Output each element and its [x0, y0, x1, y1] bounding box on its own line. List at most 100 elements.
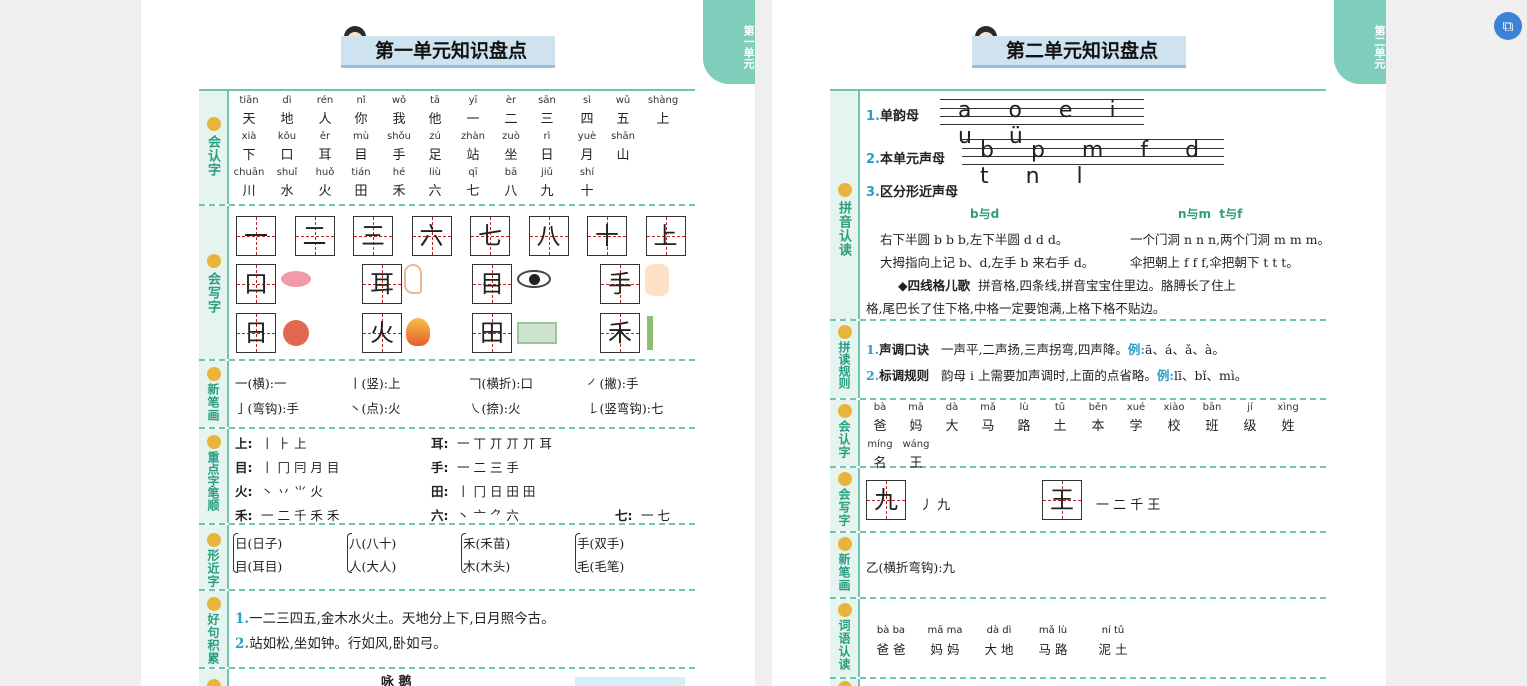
order-char: 田: — [431, 484, 449, 499]
pinyin-label: mā — [908, 402, 924, 413]
section-label: 形近字 — [206, 549, 220, 588]
character: 九 — [540, 184, 554, 199]
recognize-grid: tiān 天 dì 地 rén 人 nǐ 你 wǒ 我 tā 他 yī 一 èr 二 sān 三 sì 四 wǔ 五 shà… — [231, 91, 695, 204]
character: 班 — [1205, 419, 1219, 434]
pinyin-label: lù — [1019, 402, 1029, 413]
character: 坐 — [504, 148, 518, 163]
character: 七 — [466, 184, 480, 199]
character: 马 — [981, 419, 995, 434]
character: 三 — [540, 112, 554, 127]
unit-tab[interactable]: 第二单元 — [1334, 0, 1386, 84]
section-label: 拼音认读 — [836, 201, 851, 257]
writing-grid: 八 — [528, 216, 569, 256]
stroke-item: 丶(点):火 — [349, 401, 401, 416]
stroke-item: ㇏(捺):火 — [469, 401, 521, 416]
pinyin-label: mǎ — [980, 402, 996, 413]
sentence-item: 1.一二三四五,金木水火土。天地分上下,日月照今古。 — [235, 611, 555, 627]
character: 姓 — [1281, 419, 1295, 434]
order-char: 上: — [235, 436, 253, 451]
order-strokes: 丶 亠 ⺈ 六 — [457, 508, 519, 523]
order-char: 手: — [431, 460, 449, 475]
pinyin-label: xué — [1126, 402, 1146, 413]
floating-action-icon[interactable]: ⧉ — [1494, 12, 1522, 40]
pinyin-label: shàng — [647, 95, 679, 106]
pinyin-label: qī — [468, 167, 478, 178]
pinyin-label: shí — [579, 167, 595, 178]
character: 上 — [656, 112, 670, 127]
writing-grid: 六 — [411, 216, 452, 256]
pencil-icon — [207, 533, 221, 547]
stroke-item: 𠄌(竖弯钩):七 — [587, 401, 664, 416]
pencil-icon — [838, 681, 852, 686]
writing-grid: 上 — [645, 216, 686, 256]
unit-tab[interactable]: 第一单元 — [703, 0, 755, 84]
pencil-icon — [207, 597, 221, 611]
section-label: 会写字 — [837, 488, 851, 527]
section-label: 新笔画 — [837, 553, 851, 592]
initials-label: 本单元声母 — [879, 152, 945, 167]
word-text: 马 路 — [1038, 642, 1068, 657]
character: 十 — [580, 184, 594, 199]
character: 日 — [540, 148, 554, 163]
page-title: 第二单元知识盘点 — [972, 36, 1186, 68]
rhyme-line: 大拇指向上记 b、d,左手 b 来右手 d。 — [880, 255, 1095, 270]
order-char: 六: — [431, 508, 449, 523]
stroke-item: 一(横):一 — [235, 376, 287, 391]
initials-text: b p m f d t n l — [980, 138, 1215, 189]
section-label: 拼读规则 — [837, 341, 851, 389]
character: 足 — [428, 148, 442, 163]
rules-body: 1.声调口诀 一声平,二声扬,三声拐弯,四声降。例:ā、á、ǎ、à。 2.标调规… — [866, 342, 1248, 383]
character: 口 — [280, 148, 294, 163]
pencil-icon — [207, 679, 221, 686]
field-icon — [517, 322, 557, 344]
page-unit-2: 第二单元 第二单元知识盘点 拼音认读 1.单韵母 a o e i u ü 2.本… — [772, 0, 1386, 686]
character: 火 — [318, 184, 332, 199]
pinyin-label: shān — [610, 131, 635, 142]
character: 校 — [1167, 419, 1181, 434]
writing-grid: 七 — [470, 216, 510, 256]
section-stroke-order: 重点字笔顺 上: 丨 ⺊ 上 耳: 一 丅 丌 丌 丌 耳目: 丨 冂 冃 月 目 手: 一… — [199, 429, 695, 525]
similar-item: 人(大人) — [349, 559, 397, 574]
rule-label: 标调规则 — [879, 368, 930, 383]
order-strokes: 一 丅 丌 丌 丌 耳 — [457, 436, 552, 451]
character: 大 — [945, 419, 959, 434]
section-rules: 拼读规则 1.声调口诀 一声平,二声扬,三声拐弯,四声降。例:ā、á、ǎ、à。 … — [830, 321, 1326, 400]
writing-grid: 手 — [600, 264, 640, 304]
poem-title: 咏 鹅 — [381, 675, 412, 686]
character: 五 — [616, 112, 630, 127]
section-words: 词语认读 bà ba 爸 爸 mā ma 妈 妈 dà dì 大 地 mǎ lù 马 路 ní … — [830, 599, 1326, 679]
song-line: 拼音格,四条线,拼音宝宝住里边。胳膊长了住上 — [978, 278, 1237, 293]
word-pinyin: mǎ lù — [1038, 625, 1068, 636]
pinyin-label: ěr — [319, 131, 331, 142]
pinyin-label: zuò — [502, 131, 520, 142]
stroke-order: 一 二 千 王 — [1096, 498, 1161, 513]
writing-grid: 禾 — [600, 313, 640, 353]
recognize-grid: bà 爸 mā 妈 dà 大 mǎ 马 lù 路 tǔ 土 běn 本 xué 学 xiào 校 bān 班 jí 级 xì… — [862, 400, 1326, 471]
similar-item: 目(耳目) — [235, 559, 283, 574]
rule-text: 一声平,二声扬,三声拐弯,四声降。 — [941, 342, 1128, 357]
brace-icon — [575, 533, 580, 573]
knowledge-table: 拼音认读 1.单韵母 a o e i u ü 2.本单元声母 b p m f d… — [830, 89, 1330, 686]
order-strokes: 丶 丷 ⺌ 火 — [261, 484, 323, 499]
section-write: 会写字 一二三六七八十上口 耳 目 手日 火 田 禾 — [199, 206, 695, 361]
writing-grid: 口 — [236, 264, 276, 304]
order-strokes: 一 二 三 手 — [457, 460, 519, 475]
pair-nm-tf: n与m t与f — [1178, 207, 1243, 221]
similar-initials-label: 区分形近声母 — [879, 185, 958, 200]
stroke-order-list: 上: 丨 ⺊ 上 耳: 一 丅 丌 丌 丌 耳目: 丨 冂 冃 月 目 手: 一 二 三 手… — [231, 429, 695, 523]
vowels-four-line: a o e i u ü — [940, 98, 1144, 149]
pinyin-label: shuǐ — [276, 167, 298, 178]
similar-item: 手(双手) — [577, 536, 625, 551]
word-text: 爸 爸 — [876, 642, 906, 657]
writing-grid: 二 — [294, 216, 335, 256]
pencil-icon — [207, 117, 221, 131]
write-grid: 一二三六七八十上口 耳 目 手日 火 田 禾 — [231, 206, 695, 359]
section-label: 会认字 — [837, 420, 851, 459]
pinyin-label: yuè — [577, 131, 597, 142]
section-write: 会写字 九 丿 九 王 一 二 千 王 — [830, 468, 1326, 533]
character: 目 — [354, 148, 368, 163]
writing-grid: 耳 — [362, 264, 402, 304]
section-recognize: 会认字 bà 爸 mā 妈 dà 大 mǎ 马 lù 路 tǔ 土 běn 本 xué 学 xiào 校 bān 班 j… — [830, 400, 1326, 471]
brace-icon — [461, 533, 466, 573]
fire-icon — [406, 318, 430, 346]
